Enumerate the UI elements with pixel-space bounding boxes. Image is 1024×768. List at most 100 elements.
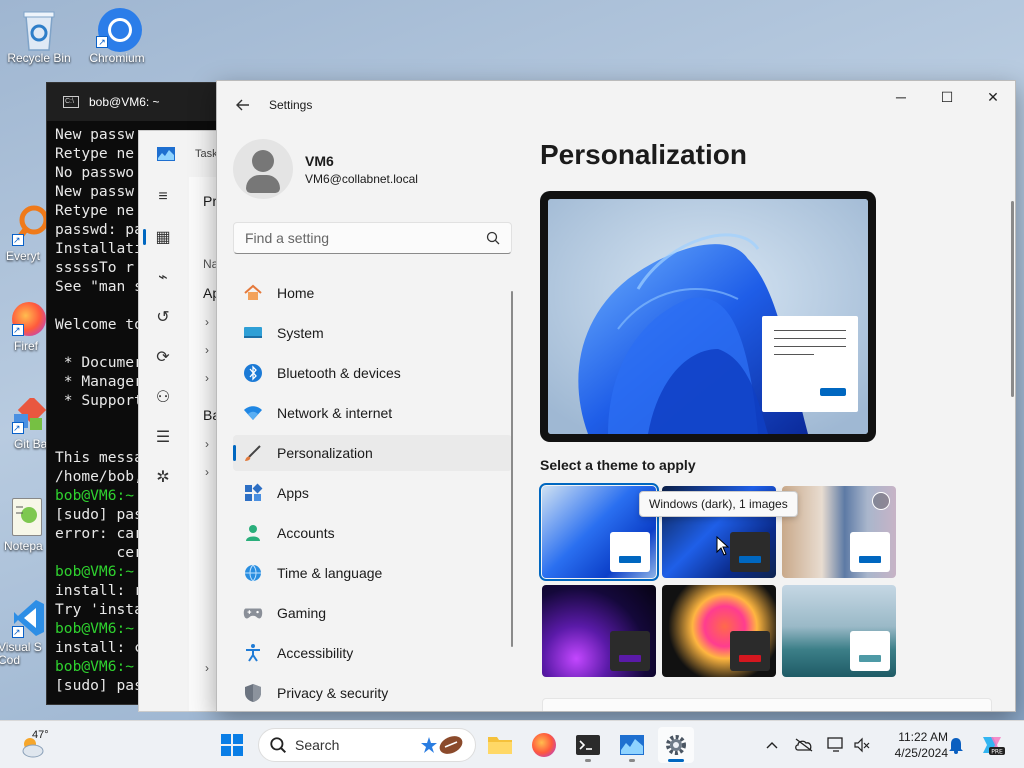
search-highlight-icon xyxy=(421,736,463,754)
theme-accent-bar xyxy=(619,556,641,563)
users-icon[interactable]: ⚇ xyxy=(139,377,187,417)
settings-button[interactable] xyxy=(658,727,694,763)
avatar[interactable] xyxy=(233,139,293,199)
nav-item-system[interactable]: System xyxy=(233,315,512,351)
performance-icon[interactable]: ⌁ xyxy=(139,257,187,297)
file-explorer-button[interactable] xyxy=(482,727,518,763)
taskbar-search[interactable]: Search xyxy=(258,728,476,762)
theme-flow[interactable] xyxy=(782,585,896,677)
nav-item-home[interactable]: Home xyxy=(233,275,512,311)
recycle-bin-icon xyxy=(18,6,60,51)
clock[interactable]: 11:22 AM 4/25/2024 xyxy=(878,729,948,761)
theme-window-preview xyxy=(610,631,650,671)
theme-window-preview xyxy=(850,532,890,572)
theme-captured-motion[interactable] xyxy=(662,585,776,677)
nav-scrollbar[interactable] xyxy=(511,291,513,647)
firefox-button[interactable] xyxy=(526,727,562,763)
terminal-button[interactable] xyxy=(570,727,606,763)
nav-item-privacy-security[interactable]: Privacy & security xyxy=(233,675,512,711)
search-label: Search xyxy=(295,737,340,753)
settings-window[interactable]: Settings ─ ☐ ✕ VM6 VM6@collabnet.local F… xyxy=(216,80,1016,712)
task-manager-button[interactable] xyxy=(614,727,650,763)
mouse-cursor-icon xyxy=(716,536,730,556)
terminal-icon: C:\ xyxy=(63,96,79,108)
tm-row-chevron[interactable]: › xyxy=(205,465,209,479)
preview-dialog xyxy=(762,316,858,412)
nav-item-label: Network & internet xyxy=(277,405,393,421)
nav-item-personalization[interactable]: Personalization xyxy=(233,435,512,471)
apps-icon xyxy=(243,483,263,503)
running-indicator xyxy=(585,759,591,762)
theme-preview xyxy=(540,191,876,442)
tm-page-title: Pr xyxy=(203,193,217,209)
nav-item-label: System xyxy=(277,325,324,341)
nav-item-label: Home xyxy=(277,285,315,301)
theme-window-preview xyxy=(610,532,650,572)
shortcut-arrow-icon: ↗ xyxy=(12,324,24,336)
onedrive-offline-icon[interactable] xyxy=(792,733,816,757)
startup-apps-icon[interactable]: ⟳ xyxy=(139,337,187,377)
desktop-icon-label: Visual S Cod xyxy=(0,640,42,667)
folder-icon xyxy=(488,737,512,754)
nav-item-label: Privacy & security xyxy=(277,685,389,701)
theme-accent-bar xyxy=(619,655,641,662)
terminal-icon xyxy=(576,735,600,755)
nav-item-bluetooth-devices[interactable]: Bluetooth & devices xyxy=(233,355,512,391)
shield-icon xyxy=(243,683,263,703)
account-email: VM6@collabnet.local xyxy=(305,171,418,186)
chevron-up-icon[interactable] xyxy=(760,733,784,757)
git-bash-icon: ↗ xyxy=(12,395,47,434)
services-icon[interactable]: ✲ xyxy=(139,457,187,497)
theme-spotlight[interactable] xyxy=(782,486,896,578)
volume-muted-icon[interactable] xyxy=(850,733,874,757)
weather-widget[interactable]: 47° xyxy=(18,729,78,761)
theme-accent-bar xyxy=(859,655,881,662)
maximize-icon: ☐ xyxy=(940,88,954,105)
settings-card[interactable] xyxy=(542,698,992,711)
tm-row-chevron[interactable]: › xyxy=(205,371,209,385)
minimize-icon: ─ xyxy=(896,89,906,105)
weather-temp: 47° xyxy=(32,729,49,741)
clock-date: 4/25/2024 xyxy=(894,746,948,760)
tm-row-chevron[interactable]: › xyxy=(205,661,209,675)
close-button[interactable]: ✕ xyxy=(970,81,1015,113)
notepad-icon xyxy=(12,498,42,536)
notification-bell-icon[interactable] xyxy=(944,733,968,757)
nav-item-apps[interactable]: Apps xyxy=(233,475,512,511)
search-icon[interactable] xyxy=(485,230,501,246)
tm-row-chevron[interactable]: › xyxy=(205,437,209,451)
wifi-icon xyxy=(243,403,263,423)
tm-row-chevron[interactable]: › xyxy=(205,315,209,329)
processes-icon[interactable]: ▦ xyxy=(139,217,187,257)
theme-glow[interactable] xyxy=(542,585,656,677)
theme-accent-bar xyxy=(859,556,881,563)
nav-item-gaming[interactable]: Gaming xyxy=(233,595,512,631)
nav-item-time-language[interactable]: Time & language xyxy=(233,555,512,591)
vscode-icon: ↗ xyxy=(12,598,46,638)
content-scrollbar[interactable] xyxy=(1011,201,1014,397)
tm-row-chevron[interactable]: › xyxy=(205,343,209,357)
svg-text:PRE: PRE xyxy=(991,749,1003,756)
nav-item-label: Personalization xyxy=(277,445,373,461)
accessibility-icon xyxy=(243,643,263,663)
nav-item-accounts[interactable]: Accounts xyxy=(233,515,512,551)
minimize-button[interactable]: ─ xyxy=(878,81,924,113)
account-card[interactable]: VM6 VM6@collabnet.local xyxy=(233,139,418,199)
nav-item-accessibility[interactable]: Accessibility xyxy=(233,635,512,671)
nav-item-label: Accessibility xyxy=(277,645,354,661)
tm-settings-icon[interactable]: ⚙ xyxy=(139,713,187,720)
desktop-icon-chromium[interactable]: ↗ Chromium xyxy=(79,6,155,65)
display-icon[interactable] xyxy=(824,733,848,757)
details-icon[interactable]: ☰ xyxy=(139,417,187,457)
maximize-button[interactable]: ☐ xyxy=(924,81,970,113)
copilot-icon[interactable]: PRE xyxy=(978,733,1006,757)
hamburger-menu-icon[interactable]: ≡ xyxy=(139,177,187,217)
desktop-icon-recycle-bin[interactable]: Recycle Bin xyxy=(1,6,77,65)
back-button[interactable] xyxy=(225,89,261,121)
gamepad-icon xyxy=(243,603,263,623)
start-button[interactable] xyxy=(214,727,250,763)
app-history-icon[interactable]: ↺ xyxy=(139,297,187,337)
task-manager-icon xyxy=(620,735,644,755)
nav-item-network-internet[interactable]: Network & internet xyxy=(233,395,512,431)
search-input[interactable]: Find a setting xyxy=(233,222,512,254)
